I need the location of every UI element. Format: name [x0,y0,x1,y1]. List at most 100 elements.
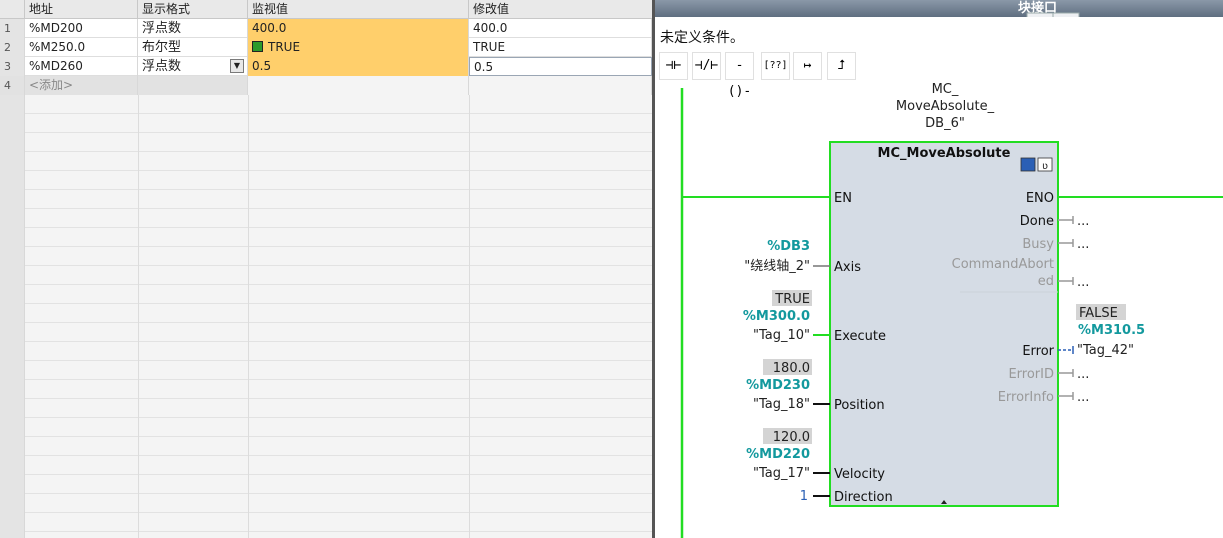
address-cell[interactable]: %MD200 [25,19,138,38]
column-divider [469,513,470,532]
column-divider [469,380,470,399]
column-divider [138,399,139,418]
empty-row [0,513,652,532]
empty-row [0,285,652,304]
column-divider [138,361,139,380]
column-divider [138,152,139,171]
empty-row [0,266,652,285]
done-unconnected[interactable]: ... [1077,214,1089,229]
column-divider [248,95,249,114]
row-number: 1 [0,19,25,38]
row-number-cell [0,285,25,304]
add-row-placeholder[interactable]: <添加> [25,76,138,95]
table-row[interactable]: 2 %M250.0 布尔型 TRUE TRUE [0,38,652,57]
monitor-value-cell: 0.5 [248,57,469,76]
header-modify-value[interactable]: 修改值 [469,0,652,18]
empty-row [0,475,652,494]
column-divider [138,285,139,304]
error-monitor-value: FALSE [1079,306,1118,321]
empty-row [0,323,652,342]
axis-tag[interactable]: "绕线轴_2" [744,259,810,274]
header-format[interactable]: 显示格式 [138,0,248,18]
column-divider [138,266,139,285]
table-row[interactable]: 1 %MD200 浮点数 400.0 400.0 [0,19,652,38]
format-select[interactable]: 浮点数 ▼ [138,57,248,76]
empty-row [0,342,652,361]
column-divider [248,418,249,437]
column-divider [469,323,470,342]
format-cell[interactable]: 浮点数 [138,19,248,38]
column-divider [248,190,249,209]
row-number-cell [0,266,25,285]
header-address[interactable]: 地址 [25,0,138,18]
column-divider [469,152,470,171]
empty-row [0,418,652,437]
column-divider [248,304,249,323]
column-divider [469,133,470,152]
empty-row [0,456,652,475]
column-divider [469,285,470,304]
table-row-add[interactable]: 4 <添加> [0,76,652,95]
mc-moveabsolute-block[interactable] [829,141,1059,507]
execute-address: %M300.0 [743,309,810,324]
row-number-cell [0,380,25,399]
empty-row [0,95,652,114]
column-divider [138,494,139,513]
row-number-cell [0,152,25,171]
format-cell[interactable]: 布尔型 [138,38,248,57]
column-divider [469,95,470,114]
execute-tag[interactable]: "Tag_10" [753,328,810,343]
row-number-cell [0,475,25,494]
empty-row [0,133,652,152]
row-number: 2 [0,38,25,57]
position-address: %MD230 [746,378,810,393]
error-info-unconnected[interactable]: ... [1077,390,1089,405]
column-divider [469,475,470,494]
error-tag[interactable]: "Tag_42" [1077,343,1134,358]
row-number: 3 [0,57,25,76]
modify-value-input[interactable]: 0.5 [469,57,652,76]
column-divider [469,342,470,361]
row-number-cell [0,418,25,437]
dropdown-arrow-icon[interactable]: ▼ [230,59,244,73]
instance-db-line3: DB_6" [925,116,965,131]
column-divider [469,114,470,133]
column-divider [248,513,249,532]
error-id-unconnected[interactable]: ... [1077,367,1089,382]
address-cell[interactable]: %MD260 [25,57,138,76]
column-divider [138,513,139,532]
table-row[interactable]: 3 %MD260 浮点数 ▼ 0.5 0.5 [0,57,652,76]
busy-unconnected[interactable]: ... [1077,237,1089,252]
column-divider [138,437,139,456]
row-number-cell [0,342,25,361]
ladder-network: MC_ MoveAbsolute_ DB_6" MC_MoveAbsolute … [680,82,1223,538]
direction-value[interactable]: 1 [800,489,808,504]
empty-row [0,532,652,538]
pin-en: EN [834,191,852,206]
column-divider [248,323,249,342]
block-online-icon[interactable] [1020,157,1036,172]
empty-row [0,152,652,171]
row-number-cell [0,190,25,209]
command-aborted-unconnected[interactable]: ... [1077,275,1089,290]
header-monitor-value[interactable]: 监视值 [248,0,469,18]
modify-value-cell[interactable]: 400.0 [469,19,652,38]
axis-address: %DB3 [767,239,810,254]
column-divider [248,228,249,247]
column-divider [138,475,139,494]
pin-position: Position [834,398,885,413]
column-divider [248,437,249,456]
pin-busy: Busy [1022,237,1054,252]
column-divider [469,494,470,513]
instance-db-line2[interactable]: MoveAbsolute_ [896,99,995,114]
column-divider [138,418,139,437]
velocity-tag[interactable]: "Tag_17" [753,466,810,481]
address-cell[interactable]: %M250.0 [25,38,138,57]
empty-row [0,209,652,228]
column-divider [248,475,249,494]
position-tag[interactable]: "Tag_18" [753,397,810,412]
column-divider [248,494,249,513]
empty-row [0,114,652,133]
empty-row [0,380,652,399]
modify-value-cell[interactable]: TRUE [469,38,652,57]
